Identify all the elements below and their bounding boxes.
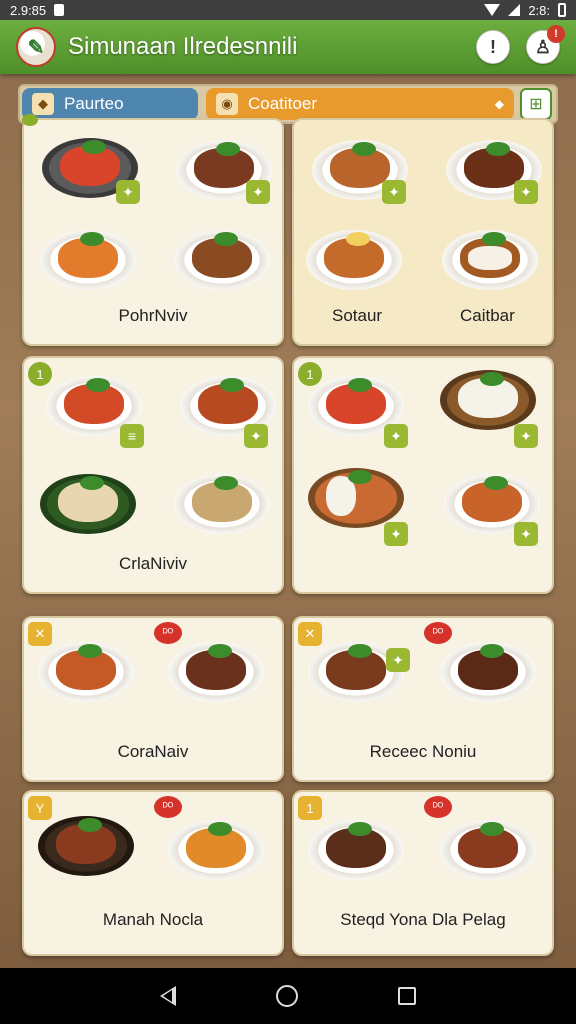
filter-popular-label: Paurteo	[64, 94, 124, 113]
dish-tag-icon[interactable]: ✦	[116, 180, 140, 204]
card-label: Receec Noniu	[369, 742, 477, 761]
dish-image[interactable]	[38, 810, 134, 880]
info-button[interactable]: !	[476, 30, 510, 64]
system-nav-bar	[0, 968, 576, 1024]
card-corner-tag	[22, 114, 38, 126]
dish-tag-icon[interactable]: ✦	[384, 522, 408, 546]
dish-image[interactable]	[442, 224, 538, 294]
restaurant-logo-icon[interactable]: ✎	[16, 27, 56, 67]
exclamation-icon: !	[490, 36, 496, 57]
grid-view-button[interactable]: ⊞	[520, 88, 552, 120]
card-label: CrlaNiviv	[119, 554, 187, 573]
menu-card-7[interactable]: Y ᴰᴼ Manah Nocla	[22, 790, 284, 956]
card-label: PohrNviv	[118, 306, 188, 325]
menu-card-2[interactable]: ✦ ✦ Sotaur Caitbar	[292, 118, 554, 346]
card-label: Steqd Yona Dla Pelag	[340, 910, 506, 929]
notification-icon	[54, 4, 65, 16]
card-label: Manah Nocla	[102, 910, 204, 929]
notification-badge: !	[547, 25, 565, 43]
signal-icon	[508, 4, 521, 16]
card-label: Caitbar	[460, 306, 515, 325]
card-label: Sotaur	[332, 306, 383, 325]
dish-image[interactable]	[38, 636, 134, 706]
status-bar: 2.9:85 2:8:	[0, 0, 576, 20]
dropdown-caret-icon: ◆	[494, 97, 504, 111]
dish-image[interactable]	[168, 636, 264, 706]
app-bar: ✎ Simunaan Ilredesnnili ! ♙ !	[0, 20, 576, 74]
home-circle-icon[interactable]	[276, 985, 298, 1007]
menu-card-5[interactable]: ✕ ᴰᴼ CoraNaiv	[22, 616, 284, 782]
wifi-icon	[484, 4, 501, 16]
dish-image[interactable]	[440, 814, 536, 884]
dish-tag-icon[interactable]: ✦	[514, 180, 538, 204]
recents-square-icon[interactable]	[398, 987, 416, 1005]
category-icon: ◉	[216, 93, 238, 115]
menu-card-3[interactable]: 1 ≡ ✦ CrlaNiviv	[22, 356, 284, 594]
dish-tag-icon[interactable]: ✦	[514, 522, 538, 546]
menu-card-8[interactable]: 1 ᴰᴼ Steqd Yona Dla Pelag	[292, 790, 554, 956]
dish-tag-icon[interactable]: ✦	[382, 180, 406, 204]
back-triangle-icon[interactable]	[160, 986, 176, 1006]
app-title: Simunaan Ilredesnnili	[68, 33, 298, 60]
dish-image[interactable]	[308, 814, 404, 884]
filter-popular-chip[interactable]: ◆ Paurteo	[22, 88, 198, 120]
dish-tag-icon[interactable]: ✦	[244, 424, 268, 448]
status-right-text: 2:8:	[528, 2, 550, 18]
dish-tag-icon[interactable]: ✦	[384, 424, 408, 448]
menu-card-1[interactable]: ✦ ✦ PohrNviv	[22, 114, 284, 346]
dish-image[interactable]	[440, 636, 536, 706]
dish-image[interactable]	[174, 224, 270, 294]
grid-view-icon: ⊞	[529, 96, 543, 113]
dish-image[interactable]	[174, 468, 270, 538]
status-time: 2.9:85	[10, 2, 47, 18]
dish-image[interactable]	[168, 814, 264, 884]
dish-image[interactable]	[40, 468, 136, 538]
filter-category-dropdown[interactable]: ◉ Coatitoer ◆	[206, 88, 514, 120]
filter-category-label: Coatitoer	[248, 94, 317, 113]
profile-button[interactable]: ♙ !	[526, 25, 565, 64]
dish-tag-icon[interactable]: ✦	[386, 648, 410, 672]
dish-tag-icon[interactable]: ≡	[120, 424, 144, 448]
tag-icon: ◆	[32, 93, 54, 115]
menu-card-4[interactable]: 1 ✦ ✦ ✦ ✦	[292, 356, 554, 594]
dish-tag-icon[interactable]: ✦	[514, 424, 538, 448]
menu-card-6[interactable]: ✕ ᴰᴼ ✦ Receec Noniu	[292, 616, 554, 782]
dish-image[interactable]	[306, 224, 402, 294]
dish-image[interactable]	[40, 224, 136, 294]
dish-tag-icon[interactable]: ✦	[246, 180, 270, 204]
card-label: CoraNaiv	[117, 742, 189, 761]
battery-icon	[558, 3, 566, 17]
